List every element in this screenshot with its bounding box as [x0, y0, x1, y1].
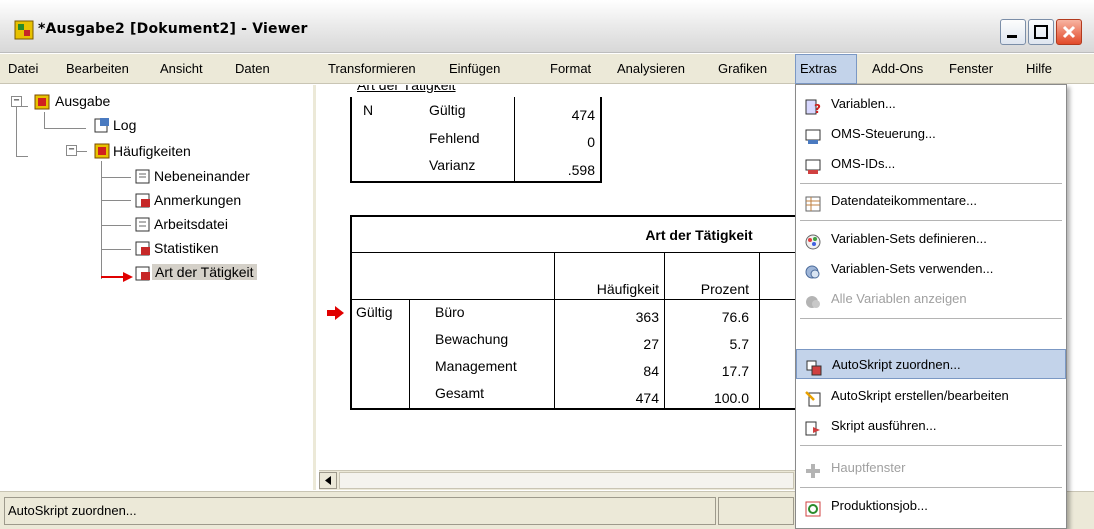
show-all-icon — [805, 291, 821, 308]
stats-row-label: Fehlend — [429, 130, 480, 146]
current-item-arrow-icon — [101, 272, 133, 282]
menu-transformieren[interactable]: Transformieren — [324, 54, 420, 84]
menu-bearbeiten[interactable]: Bearbeiten — [62, 54, 133, 84]
notes-icon — [135, 168, 151, 184]
current-row-arrow-icon — [327, 306, 344, 320]
edit-autoscript-icon — [805, 388, 821, 407]
stats-row-value: .598 — [567, 162, 595, 178]
variables-icon: ? — [805, 96, 821, 116]
minimize-button[interactable] — [1000, 19, 1026, 45]
scroll-left-button[interactable] — [319, 472, 337, 489]
menu-format[interactable]: Format — [546, 54, 595, 84]
col-header-haeufigkeit: Häufigkeit — [596, 281, 659, 297]
stats-row-label: Gültig — [429, 102, 466, 118]
menuitem-produktionsjob[interactable]: Produktionsjob... — [796, 491, 1066, 521]
menu-grafiken[interactable]: Grafiken — [714, 54, 771, 84]
tree-item-arbeitsdatei[interactable]: Arbeitsdatei — [154, 216, 228, 232]
production-job-icon — [805, 498, 821, 517]
row-label: Gesamt — [435, 385, 485, 401]
menu-datei[interactable]: Datei — [4, 54, 42, 84]
datafile-icon — [135, 216, 151, 232]
row-label: Büro — [435, 304, 465, 320]
stats-table-caption: Art der Tätigkeit — [357, 85, 456, 93]
notes-table-icon — [135, 192, 151, 208]
tree-item-art-der-taetigkeit[interactable]: Art der Tätigkeit — [152, 264, 257, 280]
run-script-icon — [805, 418, 821, 436]
status-panel — [718, 497, 794, 525]
frequency-table-icon — [135, 265, 151, 281]
stats-row-value: 0 — [587, 134, 595, 150]
menu-bar: Datei Bearbeiten Ansicht Daten Transform… — [0, 54, 1094, 84]
group-label-gueltig: Gültig — [356, 304, 393, 320]
menuitem-variablen-sets-verwenden[interactable]: Variablen-Sets verwenden... — [796, 254, 1066, 284]
menuitem-autoskript-erstellen[interactable]: AutoSkript erstellen/bearbeiten — [796, 381, 1066, 411]
stats-row-value: 474 — [571, 107, 595, 123]
close-button[interactable] — [1056, 19, 1082, 45]
tree-item-anmerkungen[interactable]: Anmerkungen — [154, 192, 241, 208]
menuitem-alle-variablen-anzeigen: Alle Variablen anzeigen — [796, 284, 1066, 314]
output-book-icon — [34, 94, 50, 110]
app-icon — [14, 20, 34, 40]
col-header-prozent: Prozent — [700, 281, 749, 297]
stats-row-label: Varianz — [429, 157, 476, 173]
freq-cell: 27 — [643, 336, 659, 352]
main-window-icon — [805, 460, 821, 478]
tree-item-statistiken[interactable]: Statistiken — [154, 240, 219, 256]
menuitem-autoskript-zuordnen[interactable]: AutoSkript zuordnen... — [796, 349, 1066, 379]
use-sets-icon — [805, 261, 821, 279]
freq-cell: 474 — [635, 390, 659, 406]
menuitem-oms-steuerung[interactable]: OMS-Steuerung... — [796, 119, 1066, 149]
menu-analysieren[interactable]: Analysieren — [613, 54, 689, 84]
data-file-comments-icon — [805, 193, 821, 212]
freq-table-title: Art der Tätigkeit — [645, 227, 753, 243]
menu-hilfe[interactable]: Hilfe — [1022, 54, 1056, 84]
outline-tree[interactable]: − Ausgabe Log − Häufigkeiten Nebeneinand… — [0, 85, 316, 490]
menuitem-datendateikommentare[interactable]: Datendateikommentare... — [796, 186, 1066, 216]
frequencies-book-icon — [94, 143, 110, 159]
status-text: AutoSkript zuordnen... — [4, 497, 716, 525]
tree-item-nebeneinander[interactable]: Nebeneinander — [154, 168, 250, 184]
tree-item-log[interactable]: Log — [113, 117, 136, 133]
assign-autoscript-icon — [806, 357, 822, 376]
row-label: Bewachung — [435, 331, 509, 347]
collapse-toggle-haeufigkeiten[interactable]: − — [66, 145, 77, 156]
menu-extras[interactable]: Extras — [795, 54, 857, 84]
menu-fenster[interactable]: Fenster — [945, 54, 997, 84]
row-label: Management — [435, 358, 517, 374]
define-sets-icon — [805, 231, 821, 250]
scroll-thumb[interactable] — [339, 472, 794, 489]
collapse-toggle-ausgabe[interactable]: − — [11, 96, 22, 107]
menu-daten[interactable]: Daten — [231, 54, 274, 84]
oms-ids-icon — [805, 156, 821, 174]
menuitem-skript-ausfuehren[interactable]: Skript ausführen... — [796, 411, 1066, 441]
menuitem-hauptfenster: Hauptfenster — [796, 453, 1066, 483]
extras-dropdown-menu[interactable]: ? Variablen... OMS-Steuerung... OMS-IDs..… — [795, 84, 1067, 529]
menuitem-variablen[interactable]: ? Variablen... — [796, 89, 1066, 119]
output-content-pane[interactable]: Art der Tätigkeit N Gültig Fehlend Varia… — [319, 85, 796, 478]
pct-cell: 5.7 — [729, 336, 749, 352]
oms-control-icon — [805, 126, 821, 144]
freq-cell: 84 — [643, 363, 659, 379]
statistics-table-icon — [135, 240, 151, 256]
menuitem-oms-ids[interactable]: OMS-IDs... — [796, 149, 1066, 179]
menu-einfuegen[interactable]: Einfügen — [445, 54, 504, 84]
svg-text:?: ? — [814, 102, 821, 115]
horizontal-scrollbar[interactable] — [319, 470, 796, 490]
menu-ansicht[interactable]: Ansicht — [156, 54, 207, 84]
title-bar[interactable]: *Ausgabe2 [Dokument2] - Viewer — [0, 0, 1094, 53]
menu-add-ons[interactable]: Add-Ons — [868, 54, 927, 84]
pct-cell: 76.6 — [721, 309, 749, 325]
maximize-button[interactable] — [1028, 19, 1054, 45]
menuitem-variablen-sets-definieren[interactable]: Variablen-Sets definieren... — [796, 224, 1066, 254]
pct-cell: 17.7 — [721, 363, 749, 379]
tree-item-ausgabe[interactable]: Ausgabe — [55, 93, 110, 109]
window-title: *Ausgabe2 [Dokument2] - Viewer — [38, 21, 308, 37]
tree-item-haeufigkeiten[interactable]: Häufigkeiten — [113, 143, 191, 159]
log-icon — [94, 117, 110, 133]
pct-cell: 100.0 — [713, 390, 749, 406]
freq-cell: 363 — [635, 309, 659, 325]
stats-n-label: N — [363, 102, 374, 118]
